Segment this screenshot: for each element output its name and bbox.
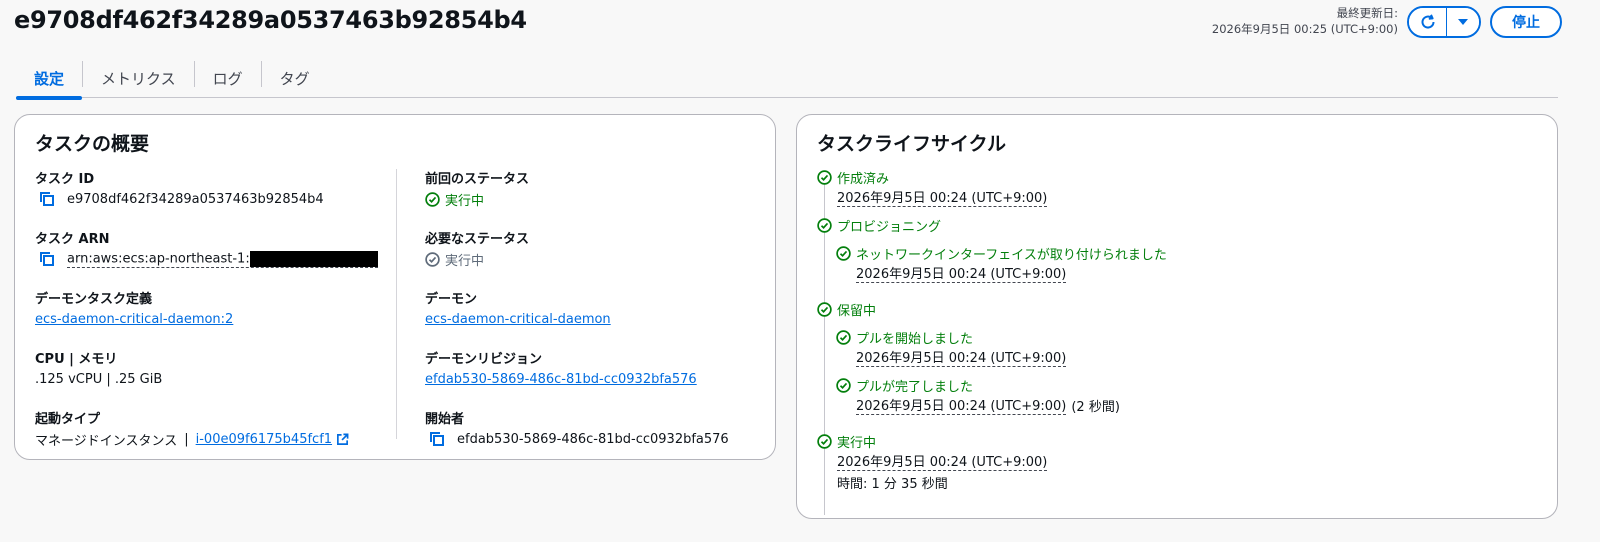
summary-left-column: タスク ID e9708df462f34289a0537463b92854b4 … (35, 167, 397, 467)
created-label: 作成済み (837, 171, 890, 187)
copy-icon[interactable] (39, 191, 55, 207)
lifecycle-step-pending: 保留中 (817, 299, 1537, 319)
previous-status-value: 実行中 (445, 193, 485, 209)
stop-button[interactable]: 停止 (1490, 6, 1562, 38)
status-check-icon (817, 301, 832, 317)
started-by-label: 開始者 (425, 412, 465, 427)
running-duration: 時間: 1 分 35 秒間 (837, 476, 948, 492)
header-actions: 最終更新日: 2026年9月5日 00:25 (UTC+9:00) 停止 (1212, 5, 1562, 38)
status-check-icon (817, 433, 832, 449)
pull-done-time: 2026年9月5日 00:24 (UTC+9:00) (856, 395, 1067, 415)
cpu-memory-label: CPU | メモリ (35, 352, 118, 367)
launch-type-value: マネージドインスタンス (35, 433, 178, 449)
previous-status-field: 前回のステータス 実行中 (425, 168, 765, 227)
provisioning-label: プロビジョニング (837, 219, 942, 235)
task-arn-value: arn:aws:ecs:ap-northeast-1: (67, 250, 378, 268)
last-updated-label: 最終更新日: (1336, 6, 1398, 20)
daemon-task-definition-field: デーモンタスク定義 ecs-daemon-critical-daemon:2 (35, 288, 397, 347)
daemon-task-definition-link[interactable]: ecs-daemon-critical-daemon:2 (35, 312, 233, 327)
refresh-button[interactable] (1409, 8, 1447, 36)
pull-done-duration: (2 秒間) (1071, 399, 1120, 415)
refresh-button-group (1407, 6, 1481, 38)
lifecycle-timeline: 作成済み 2026年9月5日 00:24 (UTC+9:00) プロビジョニング… (817, 167, 1537, 493)
task-summary-card: タスクの概要 タスク ID e9708df462f34289a0537463b9… (14, 114, 776, 460)
pull-start-label: プルを開始しました (856, 331, 974, 347)
desired-status-label: 必要なステータス (425, 232, 530, 247)
desired-status-value: 実行中 (445, 253, 485, 269)
desired-status-field: 必要なステータス 実行中 (425, 228, 765, 287)
external-link-icon[interactable] (336, 433, 349, 446)
task-id-value: e9708df462f34289a0537463b92854b4 (67, 191, 324, 207)
daemon-field: デーモン ecs-daemon-critical-daemon (425, 288, 765, 347)
task-id-label: タスク ID (35, 172, 95, 187)
pull-start-time: 2026年9月5日 00:24 (UTC+9:00) (856, 347, 1067, 367)
daemon-revision-label: デーモンリビジョン (425, 352, 543, 367)
pending-substeps: プルを開始しました 2026年9月5日 00:24 (UTC+9:00) プルが… (817, 327, 1537, 415)
tab-tags[interactable]: タグ (262, 58, 328, 98)
task-arn-label: タスク ARN (35, 232, 110, 247)
lifecycle-substep-pull-start: プルを開始しました (836, 327, 1537, 347)
daemon-revision-field: デーモンリビジョン efdab530-5869-486c-81bd-cc0932… (425, 348, 765, 407)
pull-done-label: プルが完了しました (856, 379, 974, 395)
running-label: 実行中 (837, 435, 877, 451)
tab-settings[interactable]: 設定 (16, 58, 83, 100)
status-check-icon (817, 217, 832, 233)
status-check-icon (817, 169, 832, 185)
last-updated-value: 2026年9月5日 00:25 (UTC+9:00) (1211, 22, 1398, 36)
tab-bar: 設定 メトリクス ログ タグ (16, 58, 1558, 100)
copy-icon[interactable] (429, 431, 445, 447)
task-arn-field: タスク ARN arn:aws:ecs:ap-northeast-1: (35, 228, 397, 287)
copy-icon[interactable] (39, 251, 55, 267)
started-by-field: 開始者 efdab530-5869-486c-81bd-cc0932bfa576 (425, 408, 765, 467)
status-check-icon (425, 191, 440, 207)
page-title: e9708df462f34289a0537463b92854b4 (14, 6, 527, 34)
cpu-memory-value: .125 vCPU | .25 GiB (35, 371, 163, 387)
launch-type-separator: | (184, 431, 189, 447)
cpu-memory-field: CPU | メモリ .125 vCPU | .25 GiB (35, 348, 397, 407)
daemon-label: デーモン (425, 292, 478, 307)
launch-type-field: 起動タイプ マネージドインスタンス | i-00e09f6175b45fcf1 (35, 408, 397, 467)
launch-type-label: 起動タイプ (35, 412, 101, 427)
refresh-icon (1421, 14, 1435, 29)
task-summary-title: タスクの概要 (35, 133, 150, 155)
status-check-icon (425, 251, 440, 267)
summary-right-column: 前回のステータス 実行中 必要なステータス 実行中 デーモン ecs-daemo… (425, 167, 765, 467)
last-updated: 最終更新日: 2026年9月5日 00:25 (UTC+9:00) (1212, 5, 1398, 37)
lifecycle-step-running: 実行中 (817, 431, 1537, 451)
eni-label: ネットワークインターフェイスが取り付けられました (856, 247, 1167, 263)
task-lifecycle-title: タスクライフサイクル (817, 133, 1007, 155)
tab-logs[interactable]: ログ (195, 58, 261, 98)
daemon-task-definition-label: デーモンタスク定義 (35, 292, 153, 307)
eni-time: 2026年9月5日 00:24 (UTC+9:00) (856, 263, 1067, 283)
running-time: 2026年9月5日 00:24 (UTC+9:00) (837, 451, 1048, 471)
daemon-link[interactable]: ecs-daemon-critical-daemon (425, 312, 611, 327)
lifecycle-step-provisioning: プロビジョニング (817, 215, 1537, 235)
tab-metrics[interactable]: メトリクス (83, 58, 194, 98)
task-id-field: タスク ID e9708df462f34289a0537463b92854b4 (35, 168, 397, 227)
caret-down-icon (1458, 19, 1468, 25)
pending-label: 保留中 (837, 303, 877, 319)
task-lifecycle-card: タスクライフサイクル 作成済み 2026年9月5日 00:24 (UTC+9:0… (796, 114, 1558, 519)
refresh-options-dropdown[interactable] (1447, 8, 1479, 36)
lifecycle-step-created: 作成済み (817, 167, 1537, 187)
started-by-value: efdab530-5869-486c-81bd-cc0932bfa576 (457, 431, 729, 447)
lifecycle-substep-pull-done: プルが完了しました (836, 375, 1537, 395)
redacted-block (249, 250, 378, 267)
lifecycle-substep-eni: ネットワークインターフェイスが取り付けられました (836, 243, 1537, 263)
daemon-revision-link[interactable]: efdab530-5869-486c-81bd-cc0932bfa576 (425, 372, 697, 387)
previous-status-label: 前回のステータス (425, 172, 530, 187)
task-arn-text: arn:aws:ecs:ap-northeast-1: (67, 251, 250, 266)
instance-link[interactable]: i-00e09f6175b45fcf1 (196, 432, 332, 447)
status-check-icon (836, 377, 851, 393)
provisioning-substeps: ネットワークインターフェイスが取り付けられました 2026年9月5日 00:24… (817, 243, 1537, 283)
status-check-icon (836, 329, 851, 345)
status-check-icon (836, 245, 851, 261)
created-time: 2026年9月5日 00:24 (UTC+9:00) (837, 187, 1048, 207)
